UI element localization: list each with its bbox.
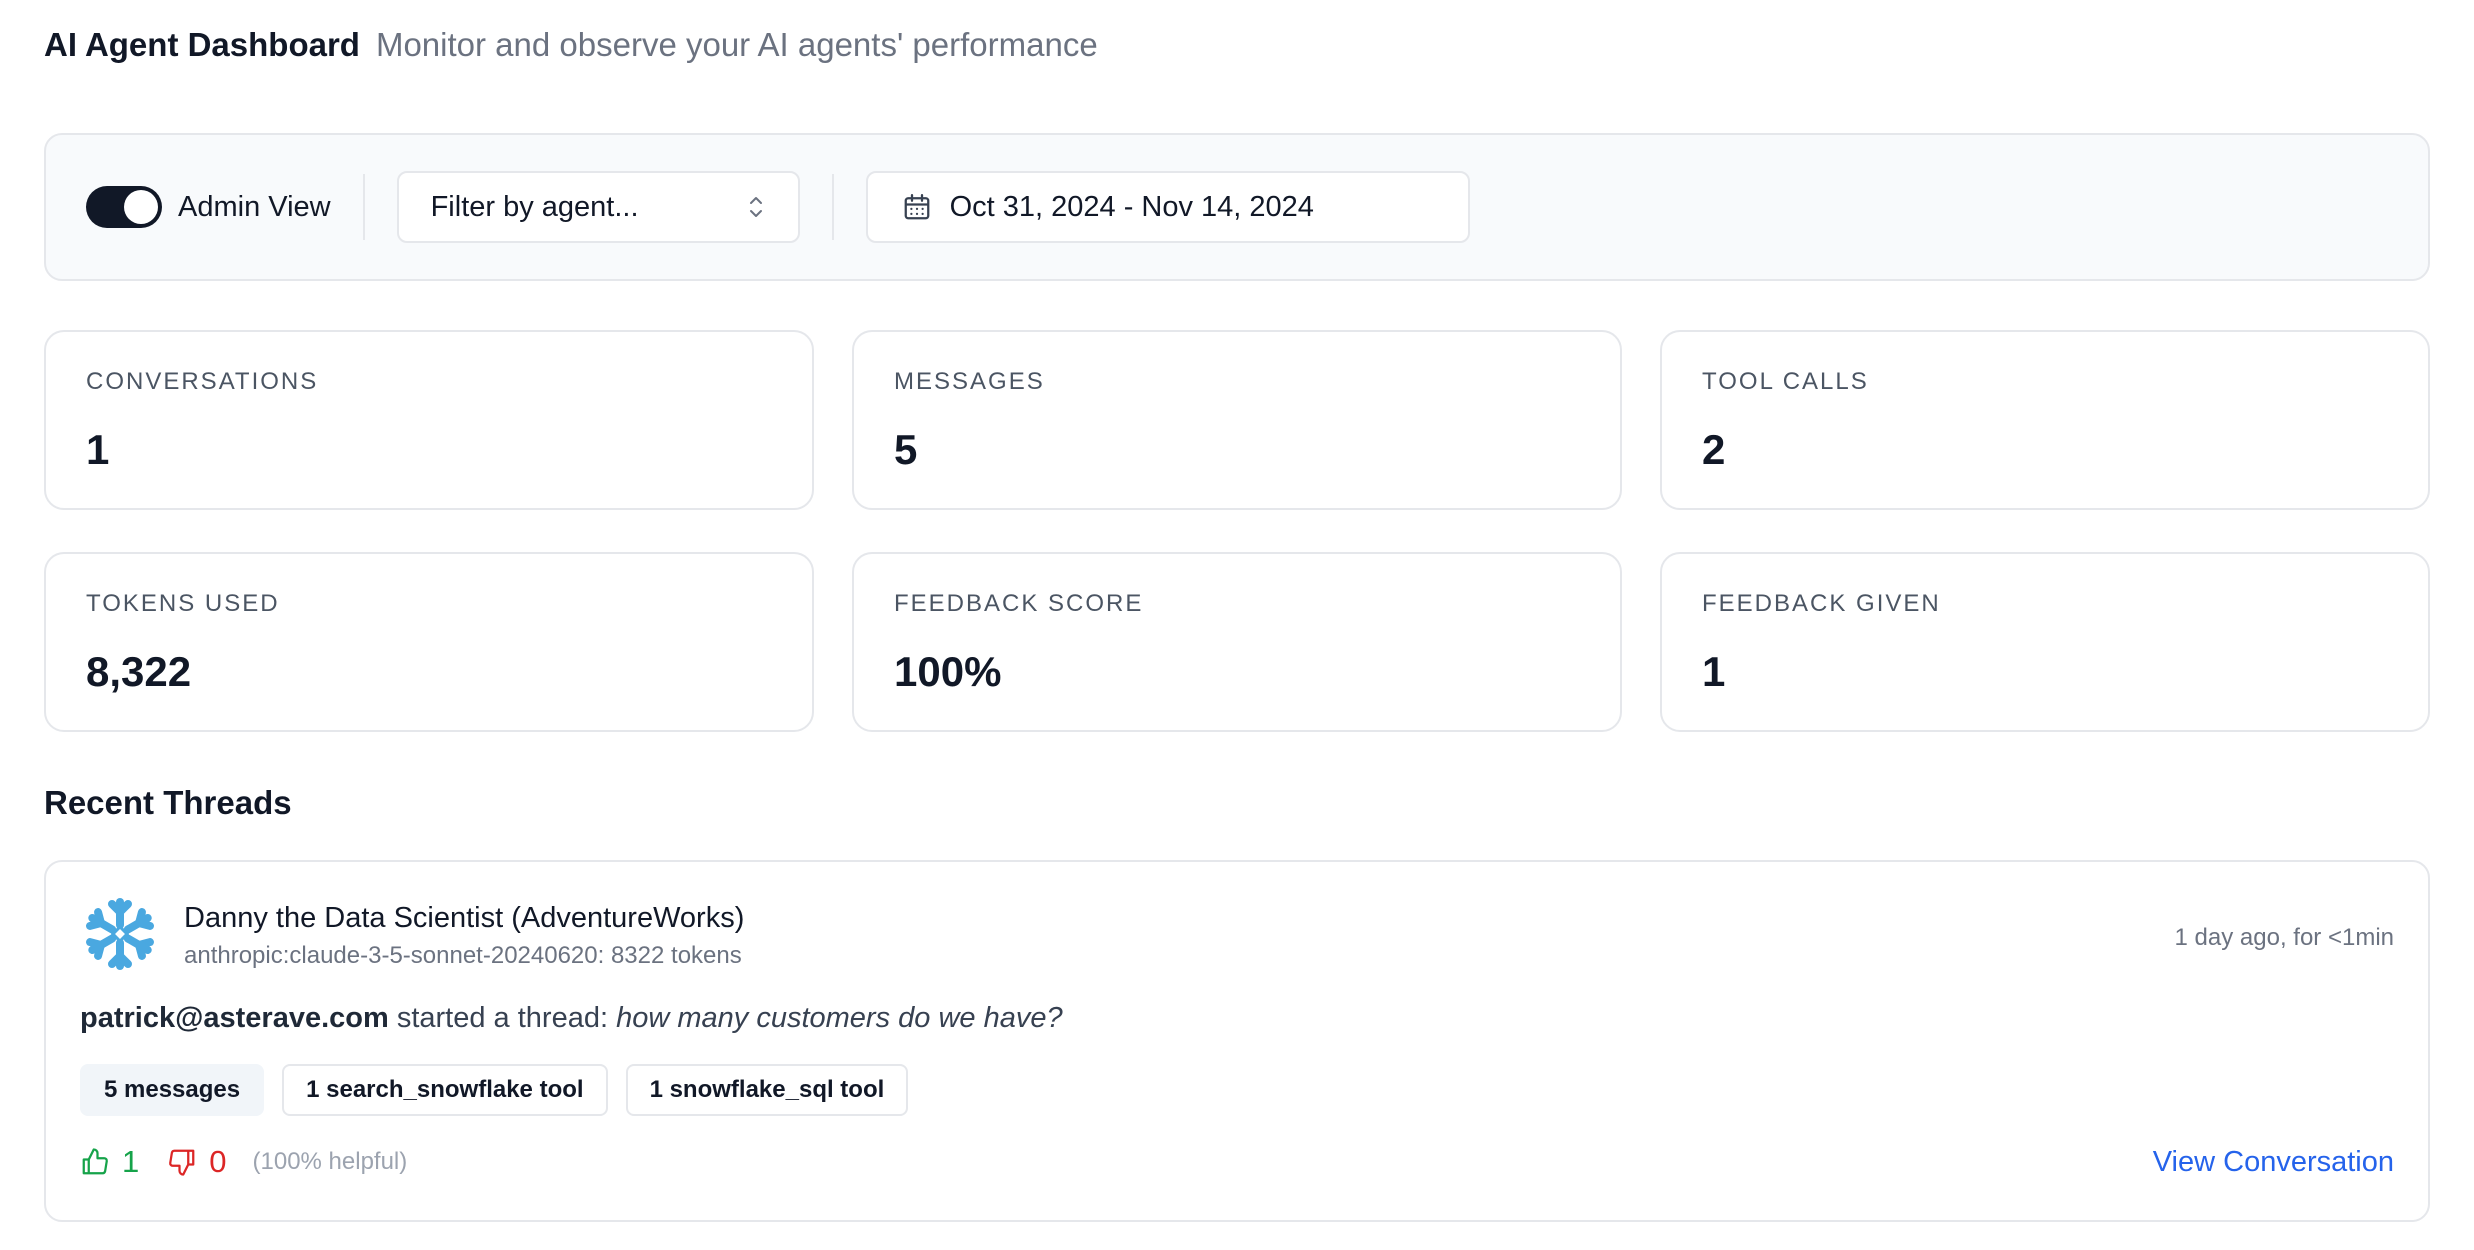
dashboard-page: AI Agent Dashboard Monitor and observe y… (0, 0, 2474, 1250)
stat-label: MESSAGES (894, 368, 1045, 395)
stat-card-messages: MESSAGES 5 (852, 330, 1622, 510)
stat-card-feedback-given: FEEDBACK GIVEN 1 (1660, 552, 2430, 732)
stat-card-feedback-score: FEEDBACK SCORE 100% (852, 552, 1622, 732)
helpful-percentage: (100% helpful) (252, 1148, 408, 1175)
thread-time: 1 day ago, for <1min (2174, 924, 2394, 951)
thread-tags: 5 messages 1 search_snowflake tool 1 sno… (80, 1064, 909, 1116)
stat-label: TOKENS USED (86, 590, 280, 617)
view-conversation-link[interactable]: View Conversation (2153, 1146, 2394, 1179)
thumbs-down-icon (169, 1149, 195, 1176)
thumbs-up-icon (82, 1148, 108, 1175)
stat-value: 100% (894, 648, 1002, 695)
chevron-up-down-icon (749, 197, 762, 217)
stat-label: TOOL CALLS (1702, 368, 1869, 395)
stat-label: FEEDBACK SCORE (894, 590, 1144, 617)
snowflake-icon (84, 898, 156, 970)
filter-toolbar: Admin View Filter by agent... Oct 31, 20… (44, 133, 2430, 281)
agent-filter-select[interactable]: Filter by agent... (396, 171, 800, 243)
stat-value: 8,322 (86, 648, 192, 695)
calendar-icon (904, 194, 929, 220)
toggle-knob (124, 190, 158, 224)
thread-question: how many customers do we have? (616, 1002, 1063, 1034)
date-range-value: Oct 31, 2024 - Nov 14, 2024 (949, 190, 1314, 223)
stat-value: 1 (1702, 648, 1726, 695)
page-subtitle: Monitor and observe your AI agents' perf… (375, 26, 1098, 63)
agent-model-tokens: anthropic:claude-3-5-sonnet-20240620: 83… (184, 942, 742, 969)
date-range-picker[interactable]: Oct 31, 2024 - Nov 14, 2024 (865, 171, 1470, 243)
tag-snowflake-sql-tool: 1 snowflake_sql tool (625, 1064, 909, 1116)
stat-value: 2 (1702, 426, 1726, 473)
tag-search-snowflake-tool: 1 search_snowflake tool (282, 1064, 608, 1116)
toolbar-divider (362, 174, 365, 240)
thread-started-text: started a thread: (388, 1002, 617, 1034)
recent-threads-heading: Recent Threads (44, 784, 292, 821)
admin-view-label: Admin View (178, 190, 331, 223)
admin-view-toggle-group[interactable]: Admin View (86, 186, 331, 228)
thumbs-down-feedback: 0 (167, 1144, 227, 1180)
thumbs-down-count: 0 (209, 1144, 227, 1179)
stats-grid: CONVERSATIONS 1 MESSAGES 5 TOOL CALLS 2 … (44, 330, 2430, 732)
admin-view-toggle[interactable] (86, 186, 162, 228)
stat-label: CONVERSATIONS (86, 368, 319, 395)
thread-summary: patrick@asterave.com started a thread: h… (80, 1002, 1063, 1035)
stat-value: 1 (86, 426, 110, 473)
thread-card: Danny the Data Scientist (AdventureWorks… (44, 860, 2430, 1222)
stat-card-tool-calls: TOOL CALLS 2 (1660, 330, 2430, 510)
thread-feedback: 1 0 (100% helpful) (80, 1144, 407, 1180)
thumbs-up-count: 1 (122, 1144, 140, 1179)
agent-name: Danny the Data Scientist (AdventureWorks… (184, 902, 745, 934)
stat-label: FEEDBACK GIVEN (1702, 590, 1941, 617)
stat-card-tokens-used: TOKENS USED 8,322 (44, 552, 814, 732)
stat-value: 5 (894, 426, 918, 473)
page-header: AI Agent Dashboard Monitor and observe y… (44, 22, 1098, 68)
toolbar-divider (831, 174, 834, 240)
thread-user: patrick@asterave.com (80, 1002, 389, 1034)
thumbs-up-feedback: 1 (80, 1144, 139, 1180)
page-title: AI Agent Dashboard (44, 26, 360, 63)
stat-card-conversations: CONVERSATIONS 1 (44, 330, 814, 510)
agent-filter-placeholder: Filter by agent... (430, 190, 639, 223)
tag-messages: 5 messages (80, 1064, 265, 1116)
